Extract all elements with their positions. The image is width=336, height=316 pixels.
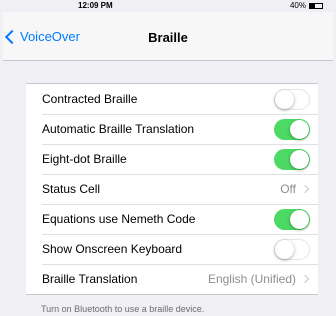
battery-fill [310,4,315,8]
chevron-right-icon [300,184,310,194]
setting-row-automatic-braille-translation[interactable]: Automatic Braille Translation [26,114,318,144]
settings-group: Contracted Braille Automatic Braille Tran… [26,83,318,295]
contracted-braille-toggle[interactable] [274,89,310,110]
status-time: 12:09 PM [78,1,113,10]
chevron-right-icon [300,274,310,284]
status-cell-detail[interactable]: Off [280,174,310,204]
screen: 12:09 PM 40% VoiceOver Braille Contracte… [3,0,333,316]
status-bar: 12:09 PM 40% [3,0,333,12]
battery-icon [309,3,323,9]
setting-label: Show Onscreen Keyboard [42,242,183,256]
equations-use-nemeth-code-toggle[interactable] [274,209,310,230]
automatic-braille-translation-toggle[interactable] [274,119,310,140]
setting-label: Contracted Braille [42,92,138,106]
setting-row-contracted-braille[interactable]: Contracted Braille [26,84,318,114]
setting-row-equations-use-nemeth-code[interactable]: Equations use Nemeth Code [26,204,318,234]
setting-row-braille-translation[interactable]: Braille Translation English (Unified) [26,264,318,294]
toggle-knob [275,90,294,109]
toggle-knob [290,120,309,139]
toggle-knob [290,150,309,169]
setting-row-status-cell[interactable]: Status Cell Off [26,174,318,204]
navigation-bar: VoiceOver Braille [3,12,333,61]
setting-label: Eight-dot Braille [42,152,127,166]
battery-percent: 40% [289,1,306,10]
battery-indicator: 40% [290,0,323,12]
toggle-knob [290,210,309,229]
setting-label: Automatic Braille Translation [42,122,195,136]
setting-value: English (Unified) [207,272,296,286]
setting-value: Off [280,182,296,196]
eight-dot-braille-toggle[interactable] [274,149,310,170]
braille-translation-detail[interactable]: English (Unified) [207,264,310,294]
setting-label: Braille Translation [42,272,138,286]
setting-row-eight-dot-braille[interactable]: Eight-dot Braille [26,144,318,174]
setting-row-show-onscreen-keyboard[interactable]: Show Onscreen Keyboard [26,234,318,264]
show-onscreen-keyboard-toggle[interactable] [274,239,310,260]
setting-label: Equations use Nemeth Code [42,212,196,226]
page-title: Braille [148,30,188,45]
toggle-knob [275,240,294,259]
footer-note: Turn on Bluetooth to use a braille devic… [41,304,205,314]
setting-label: Status Cell [42,182,101,196]
